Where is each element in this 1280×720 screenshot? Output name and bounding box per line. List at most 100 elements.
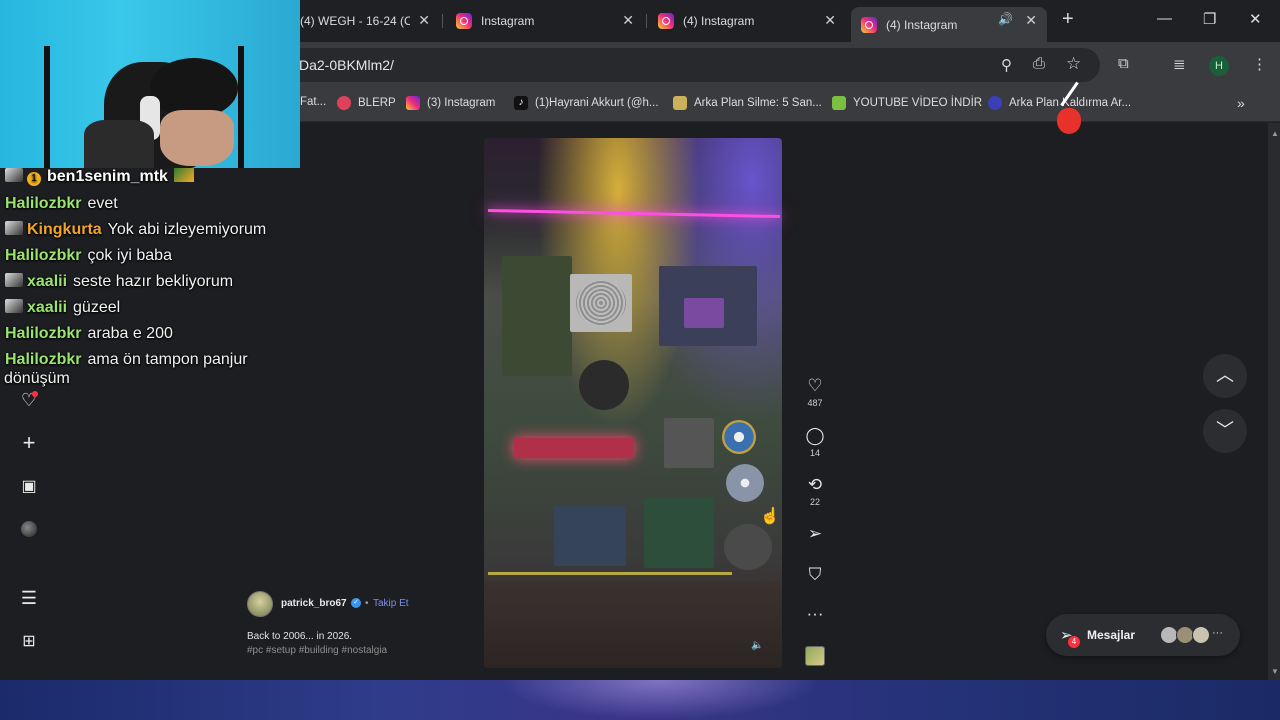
tiktok-icon: ♪ (514, 96, 528, 110)
repost-button[interactable]: ⟲ 22 (803, 475, 827, 507)
address-bar[interactable] (270, 48, 1100, 82)
bookmark-item[interactable]: ♪ (1)Hayrani Akkurt (@h... (514, 96, 659, 110)
previous-reel-button[interactable]: ︿ (1203, 354, 1247, 398)
close-icon[interactable]: ✕ (824, 12, 836, 29)
bookmark-item[interactable]: Arka Plan Silme: 5 San... (673, 96, 822, 110)
close-icon[interactable]: ✕ (622, 12, 634, 29)
chat-username[interactable]: ben1senim_mtk (47, 168, 168, 185)
like-button[interactable]: ♡ 487 (803, 376, 827, 408)
bookmark-label: BLERP (358, 97, 396, 109)
chat-text: seste hazır bekliyorum (73, 273, 234, 290)
like-count: 487 (807, 398, 823, 408)
chat-username[interactable]: Halilozbkr (5, 247, 81, 264)
speaker-icon[interactable]: 🔊 (998, 12, 1013, 26)
heart-icon: ♡ (807, 376, 823, 395)
follow-button[interactable]: Takip Et (373, 598, 409, 609)
comment-button[interactable]: ◯ 14 (803, 426, 827, 458)
bookmark-label: Arka Plan Silme: 5 San... (694, 97, 822, 109)
instagram-icon (861, 16, 877, 33)
author-avatar[interactable] (247, 591, 273, 617)
tab-3-active[interactable]: (4) Instagram 🔊 ✕ (851, 7, 1047, 42)
chat-text: araba e 200 (87, 325, 173, 342)
chat-text: güzeel (73, 299, 121, 316)
emote-icon (173, 168, 194, 182)
new-tab-button[interactable]: + (1062, 8, 1074, 31)
pointer-highlight (1057, 108, 1081, 134)
bookmark-label: (1)Hayrani Akkurt (@h... (535, 97, 659, 109)
bookmark-item[interactable]: Fat... (300, 96, 326, 108)
notifications-icon[interactable]: ♡ (18, 389, 40, 411)
dashboard-icon[interactable]: ▣ (18, 476, 40, 498)
chat-username[interactable]: Halilozbkr (5, 325, 81, 342)
save-button[interactable]: ⛉ (803, 565, 827, 585)
create-icon[interactable]: + (18, 432, 40, 454)
extensions-icon[interactable]: ⧉ (1118, 55, 1129, 72)
avatar (1192, 626, 1210, 644)
remove-bg-icon (988, 96, 1002, 110)
chat-message: Kingkurta Yok abi izleyemiyorum (5, 221, 266, 239)
repost-icon: ⟲ (807, 475, 823, 494)
more-apps-icon[interactable]: ⊞ (18, 631, 40, 653)
chat-message: xaalii seste hazır bekliyorum (5, 273, 233, 291)
author-username[interactable]: patrick_bro67 (281, 598, 347, 609)
bookmark-star-icon[interactable]: ☆ (1066, 54, 1081, 74)
chat-username[interactable]: Kingkurta (27, 221, 102, 238)
tab-1[interactable]: Instagram ✕ (446, 7, 644, 35)
install-icon[interactable]: ⎙ (1033, 55, 1045, 72)
chat-message: 1 ben1senim_mtk (5, 168, 194, 186)
comment-icon: ◯ (805, 426, 825, 445)
profile-avatar[interactable]: H (1209, 56, 1229, 76)
url-text[interactable]: Da2-0BKMlm2/ (299, 57, 394, 73)
bookmark-item[interactable]: (3) Instagram (406, 96, 495, 110)
menu-icon[interactable]: ☰ (18, 587, 40, 609)
chat-username[interactable]: xaalii (27, 273, 67, 290)
scrollbar[interactable]: ▲ ▼ (1268, 123, 1280, 680)
bookmark-item[interactable]: YOUTUBE VİDEO İNDİR (832, 96, 982, 110)
chat-text: ama ön tampon panjur (87, 351, 248, 368)
user-badge-icon (5, 299, 23, 313)
webcam-overlay (0, 0, 300, 168)
share-button[interactable]: ➢ (803, 524, 827, 544)
profile-avatar[interactable] (18, 520, 40, 542)
reel-hashtags[interactable]: #pc #setup #building #nostalgia (247, 645, 387, 656)
restore-icon[interactable]: ❐ (1203, 10, 1216, 28)
chat-text: Yok abi izleyemiyorum (107, 221, 267, 238)
next-reel-button[interactable]: ﹀ (1203, 409, 1247, 453)
download-icon (832, 96, 846, 110)
instagram-icon (658, 13, 674, 29)
bookmark-label: Fat... (300, 96, 327, 108)
tab-0[interactable]: (4) WEGH - 16-24 (Off... ✕ (290, 7, 440, 35)
tab-label: (4) Instagram (683, 14, 755, 28)
comment-count: 14 (809, 448, 820, 458)
bookmark-item[interactable]: BLERP (337, 96, 396, 110)
chat-username[interactable]: Halilozbkr (5, 195, 81, 212)
messages-button[interactable] (1046, 614, 1240, 656)
chat-username[interactable]: Halilozbkr (5, 351, 81, 368)
window-close-icon[interactable]: ✕ (1249, 10, 1262, 28)
reel-video[interactable] (484, 138, 782, 668)
close-icon[interactable]: ✕ (1025, 12, 1037, 29)
user-badge-icon (5, 221, 23, 235)
more-options-button[interactable]: ··· (803, 604, 827, 624)
more-bookmarks-icon[interactable]: » (1237, 95, 1245, 111)
tab-label: Instagram (481, 14, 535, 28)
audio-thumbnail[interactable] (805, 646, 825, 666)
zoom-icon[interactable]: ⚲ (1001, 56, 1012, 74)
tab-2[interactable]: (4) Instagram ✕ (648, 7, 846, 35)
tab-label: (4) WEGH - 16-24 (Off... (300, 14, 410, 28)
bookmark-item[interactable]: Arka Plan Kaldırma Ar... (988, 96, 1131, 110)
desktop-glow (500, 680, 820, 720)
kebab-menu-icon[interactable]: ⋮ (1252, 55, 1267, 73)
chat-message: Halilozbkr evet (5, 195, 118, 213)
hand-cursor-icon: ☝ (760, 508, 780, 525)
instagram-icon (456, 13, 472, 29)
close-icon[interactable]: ✕ (418, 12, 430, 29)
send-icon: ➢ (807, 524, 823, 543)
user-badge-icon (5, 168, 23, 182)
minimize-icon[interactable]: — (1157, 10, 1172, 27)
media-icon[interactable]: ≣ (1173, 55, 1186, 73)
volume-icon[interactable]: 🔈 (751, 640, 763, 651)
chat-message-continuation: dönüşüm (4, 370, 70, 388)
bookmark-label: (3) Instagram (427, 97, 496, 109)
chat-username[interactable]: xaalii (27, 299, 67, 316)
